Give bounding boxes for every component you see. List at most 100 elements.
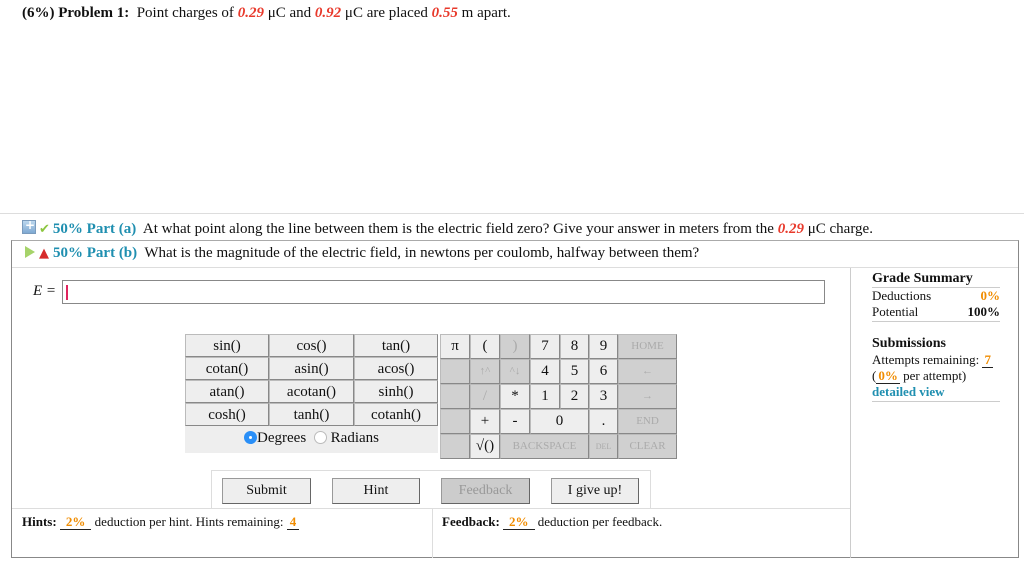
checkmark-icon: ✔ <box>39 222 50 237</box>
cotan-button[interactable]: cotan() <box>185 357 269 380</box>
feedback-button[interactable]: Feedback <box>441 478 530 504</box>
key-3[interactable]: 3 <box>589 384 618 409</box>
degrees-radio[interactable] <box>244 431 258 444</box>
part-a-label: Part (a) <box>86 221 137 237</box>
detailed-view-link[interactable]: detailed view <box>872 384 945 399</box>
feedback-label: Feedback: <box>442 514 500 529</box>
superscript-up-key[interactable]: ↑^ <box>470 359 500 384</box>
charge-1-value: 0.29 <box>237 5 264 21</box>
left-arrow-key[interactable]: ← <box>618 359 677 384</box>
sqrt-key[interactable]: √() <box>470 434 500 459</box>
attempts-value: 7 <box>982 352 993 368</box>
per-attempt-text: per attempt) <box>903 368 967 383</box>
answer-label: E = <box>33 283 57 299</box>
hints-text: deduction per hint. Hints remaining: <box>94 514 284 529</box>
acos-button[interactable]: acos() <box>354 357 438 380</box>
key-5[interactable]: 5 <box>560 359 589 384</box>
sin-button[interactable]: sin() <box>185 334 269 357</box>
problem-text: Point charges of <box>136 5 234 21</box>
key-1[interactable]: 1 <box>530 384 560 409</box>
key-8[interactable]: 8 <box>560 334 589 359</box>
key-2[interactable]: 2 <box>560 384 589 409</box>
calculator-keypad: π ( ) 7 8 9 HOME ↑^ ^↓ 4 5 6 ← / * 1 2 3… <box>440 334 677 459</box>
part-b-label: Part (b) <box>86 245 138 261</box>
part-b-weight: 50% <box>53 245 83 261</box>
potential-value: 100% <box>967 304 1001 319</box>
charge-2-value: 0.92 <box>314 5 342 21</box>
delete-key[interactable]: DEL <box>589 434 618 459</box>
deductions-value: 0% <box>980 288 1001 303</box>
blank-key <box>440 359 470 384</box>
trig-function-panel: sin() cos() tan() cotan() asin() acos() … <box>185 334 438 453</box>
radians-radio[interactable] <box>313 431 327 444</box>
hint-deduction-value: 2% <box>59 514 92 530</box>
left-paren-key[interactable]: ( <box>470 334 500 359</box>
atan-button[interactable]: atan() <box>185 380 269 403</box>
sinh-button[interactable]: sinh() <box>354 380 438 403</box>
key-0[interactable]: 0 <box>530 409 589 434</box>
backspace-key[interactable]: BACKSPACE <box>500 434 589 459</box>
clear-key[interactable]: CLEAR <box>618 434 677 459</box>
part-a-row[interactable]: ✔50% Part (a) At what point along the li… <box>0 213 1024 242</box>
asin-button[interactable]: asin() <box>269 357 354 380</box>
tan-button[interactable]: tan() <box>354 334 438 357</box>
acotan-button[interactable]: acotan() <box>269 380 354 403</box>
key-7[interactable]: 7 <box>530 334 560 359</box>
superscript-down-key[interactable]: ^↓ <box>500 359 530 384</box>
end-key[interactable]: END <box>618 409 677 434</box>
problem-text: μC and <box>267 5 312 21</box>
part-a-question: At what point along the line between the… <box>142 221 774 237</box>
part-a-question-end: μC charge. <box>807 221 873 237</box>
answer-input[interactable] <box>62 280 825 304</box>
blank-key <box>440 409 470 434</box>
problem-statement: (6%) Problem 1: Point charges of 0.29 μC… <box>22 5 511 22</box>
decimal-key[interactable]: . <box>589 409 618 434</box>
feedback-info: Feedback: 2% deduction per feedback. <box>442 514 662 530</box>
submit-button[interactable]: Submit <box>222 478 311 504</box>
angle-mode-selector: Degrees Radians <box>185 426 438 453</box>
multiply-key[interactable]: * <box>500 384 530 409</box>
home-key[interactable]: HOME <box>618 334 677 359</box>
give-up-button[interactable]: I give up! <box>551 478 639 504</box>
hints-info: Hints: 2% deduction per hint. Hints rema… <box>22 514 300 530</box>
grade-summary-title: Grade Summary <box>872 271 1000 288</box>
cos-button[interactable]: cos() <box>269 334 354 357</box>
right-paren-key[interactable]: ) <box>500 334 530 359</box>
tanh-button[interactable]: tanh() <box>269 403 354 426</box>
divider <box>12 267 1018 268</box>
part-b-header: ▲ 50% Part (b) What is the magnitude of t… <box>22 245 699 262</box>
degrees-label[interactable]: Degrees <box>257 430 306 446</box>
key-9[interactable]: 9 <box>589 334 618 359</box>
divider <box>12 508 850 509</box>
key-6[interactable]: 6 <box>589 359 618 384</box>
blank-key <box>440 384 470 409</box>
cotanh-button[interactable]: cotanh() <box>354 403 438 426</box>
submissions-panel: Submissions Attempts remaining: 7 (0% pe… <box>872 336 1000 402</box>
part-b-question: What is the magnitude of the electric fi… <box>144 245 700 261</box>
blank-key <box>440 434 470 459</box>
play-arrow-icon <box>25 246 35 258</box>
cosh-button[interactable]: cosh() <box>185 403 269 426</box>
divide-key[interactable]: / <box>470 384 500 409</box>
part-a-charge-value: 0.29 <box>777 221 804 237</box>
key-4[interactable]: 4 <box>530 359 560 384</box>
attempts-label: Attempts remaining: <box>872 352 980 367</box>
grade-summary: Grade Summary Deductions 0% Potential 100% <box>872 271 1000 322</box>
submissions-title: Submissions <box>872 336 946 351</box>
deductions-label: Deductions <box>872 288 932 303</box>
radians-label[interactable]: Radians <box>331 430 379 446</box>
part-a-weight: 50% <box>52 221 83 237</box>
pi-key[interactable]: π <box>440 334 470 359</box>
hints-remaining-value: 4 <box>286 514 300 530</box>
hint-button[interactable]: Hint <box>332 478 420 504</box>
problem-label: Problem 1: <box>58 5 130 21</box>
minus-key[interactable]: - <box>500 409 530 434</box>
right-arrow-key[interactable]: → <box>618 384 677 409</box>
potential-label: Potential <box>872 304 919 319</box>
text-caret <box>66 285 68 300</box>
plus-key[interactable]: + <box>470 409 500 434</box>
warning-icon: ▲ <box>39 246 49 261</box>
hints-label: Hints: <box>22 514 57 529</box>
feedback-text: deduction per feedback. <box>537 514 663 529</box>
expand-icon[interactable] <box>22 218 36 234</box>
